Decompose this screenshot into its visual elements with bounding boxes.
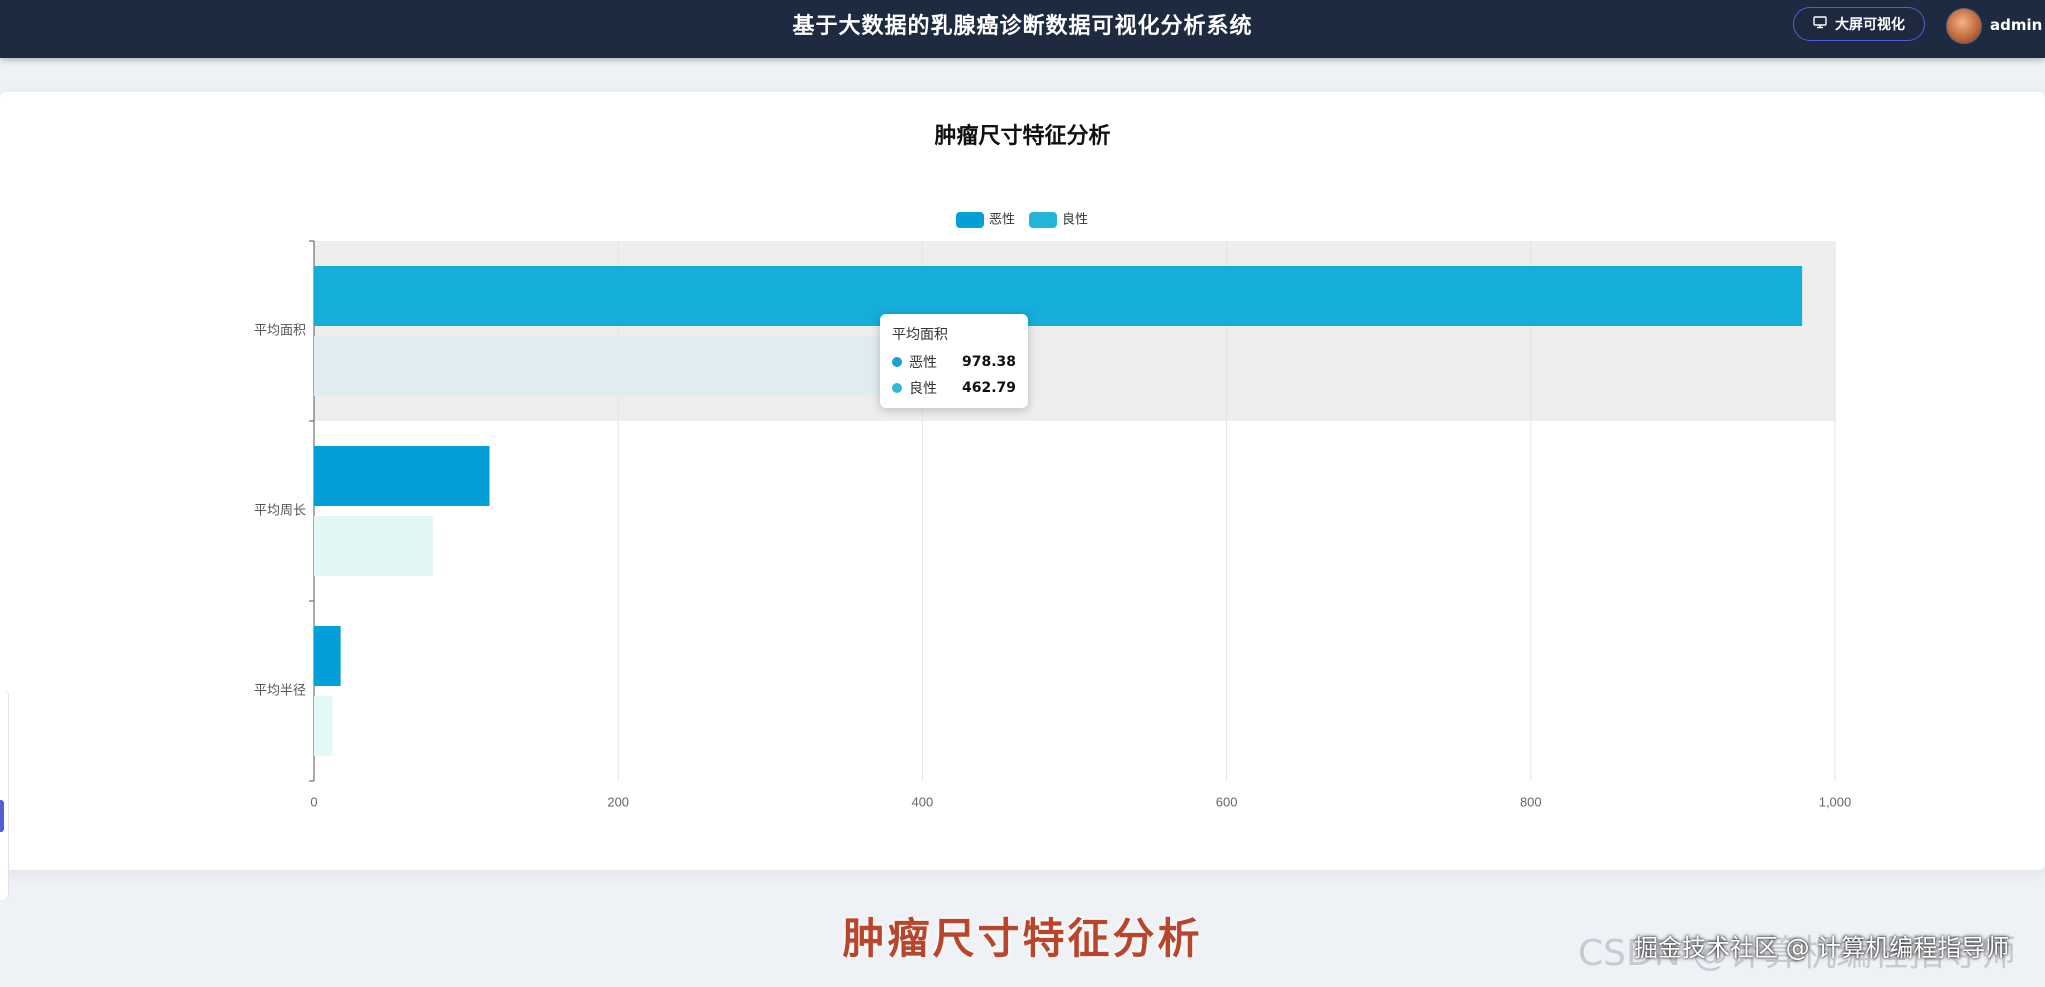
benign-dot-icon (892, 383, 902, 393)
bar-benign (314, 516, 433, 576)
y-category-label: 平均面积 (254, 324, 306, 339)
x-tick-label: 600 (1216, 795, 1238, 810)
legend-label: 良性 (1062, 212, 1088, 228)
x-tick-label: 0 (310, 795, 317, 810)
bar-malignant (314, 626, 341, 686)
x-tick-label: 200 (607, 795, 629, 810)
y-category-label: 平均周长 (254, 504, 306, 519)
y-category-label: 平均半径 (254, 684, 306, 699)
tooltip-series-value: 978.38 (961, 354, 1016, 370)
tumor-size-bar-chart: 0 200 400 600 800 1,000平均面积平均周长平均半径恶性 良性 (254, 212, 1852, 810)
watermark-front: 掘金技术社区 @ 计算机编程指导师 (1634, 934, 2010, 962)
chart-tooltip: 平均面积 恶性 978.38 良性 462.79 (880, 314, 1028, 408)
legend-swatch-benign (1029, 212, 1057, 228)
tooltip-series-name: 恶性 (909, 355, 937, 371)
bar-benign (314, 696, 333, 756)
side-panel-tab[interactable] (0, 690, 9, 900)
legend-swatch-malignant (956, 212, 984, 228)
legend-label: 恶性 (989, 213, 1015, 228)
bar-malignant (314, 266, 1803, 326)
x-tick-label: 1,000 (1819, 795, 1852, 810)
malignant-dot-icon (892, 357, 902, 367)
bar-malignant (314, 446, 490, 506)
side-panel-accent (0, 800, 4, 832)
tooltip-row-benign: 良性 462.79 (892, 377, 1016, 399)
tooltip-series-value: 462.79 (961, 380, 1016, 396)
tooltip-series-name: 良性 (909, 381, 937, 397)
tooltip-title: 平均面积 (892, 327, 948, 343)
x-tick-label: 400 (912, 795, 934, 810)
x-tick-label: 800 (1520, 795, 1542, 810)
tooltip-row-malignant: 恶性 978.38 (892, 351, 1016, 373)
